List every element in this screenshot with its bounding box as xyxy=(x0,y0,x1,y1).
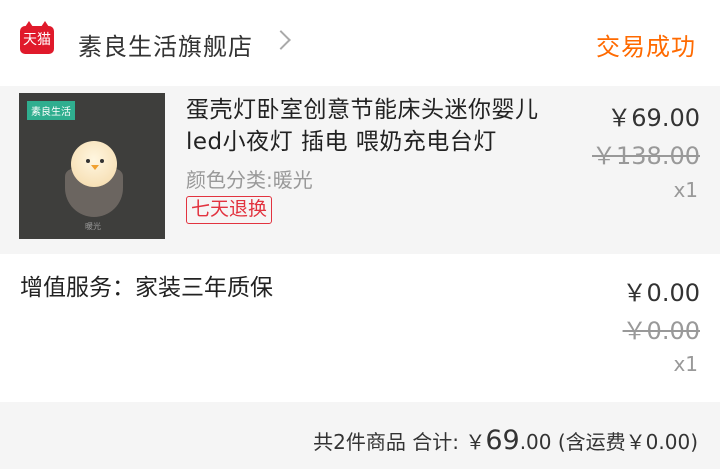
service-label: 增值服务：家装三年质保 xyxy=(20,275,273,301)
product-title[interactable]: 蛋壳灯卧室创意节能床头迷你婴儿led小夜灯 插电 喂奶充电台灯 xyxy=(186,94,558,158)
chick-eye-right xyxy=(100,159,104,163)
chick-eye-left xyxy=(86,159,90,163)
product-price: ￥69.00 xyxy=(607,104,700,132)
return-policy-tag: 七天退换 xyxy=(186,196,273,224)
order-summary: 共2件商品 合计: ￥69.00 (含运费￥0.00) xyxy=(0,402,720,469)
store-name-link[interactable]: 素良生活旗舰店 xyxy=(78,27,253,62)
order-item[interactable]: 素良生活 暖光 蛋壳灯卧室创意节能床头迷你婴儿led小夜灯 插电 喂奶充电台灯 … xyxy=(0,86,720,254)
thumbnail-caption: 暖光 xyxy=(85,222,101,231)
summary-line: 共2件商品 合计: ￥69.00 (含运费￥0.00) xyxy=(313,425,698,456)
product-thumbnail[interactable]: 素良生活 暖光 xyxy=(19,93,165,239)
value-added-service: 增值服务：家装三年质保 ￥0.00 ￥0.00 x1 xyxy=(0,254,720,402)
tmall-badge-label: 天猫 xyxy=(23,32,51,48)
service-original-price: ￥0.00 xyxy=(622,317,700,345)
total-amount-integer: 69 xyxy=(485,425,520,456)
chevron-right-icon[interactable] xyxy=(271,30,291,50)
total-amount-decimal: .00 xyxy=(519,430,552,454)
cat-ear-right xyxy=(41,21,49,27)
service-quantity: x1 xyxy=(673,352,698,376)
cat-ear-left xyxy=(25,21,33,27)
chick-beak xyxy=(91,165,99,170)
product-original-price: ￥138.00 xyxy=(592,142,700,170)
tmall-logo-icon: 天猫 xyxy=(20,21,54,54)
service-price: ￥0.00 xyxy=(622,279,700,307)
product-quantity: x1 xyxy=(673,178,698,202)
store-header: 天猫 素良生活旗舰店 交易成功 xyxy=(0,0,720,86)
item-count: 共2件商品 xyxy=(313,430,406,454)
thumbnail-brand-tag: 素良生活 xyxy=(27,101,75,120)
total-label: 合计: xyxy=(412,430,459,454)
order-status: 交易成功 xyxy=(596,33,696,61)
chick-lamp-shape xyxy=(71,141,117,187)
shipping-note: (含运费￥0.00) xyxy=(557,430,698,454)
product-variant: 颜色分类:暖光 xyxy=(186,168,313,192)
total-currency: ￥ xyxy=(465,430,486,454)
